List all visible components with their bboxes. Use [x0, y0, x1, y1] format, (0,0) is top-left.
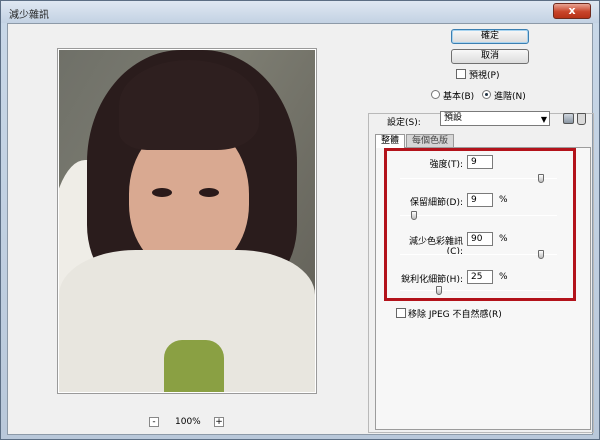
basic-radio-label: 基本(B) — [443, 92, 475, 102]
close-button[interactable]: x — [553, 3, 591, 19]
chevron-down-icon: ▼ — [540, 115, 547, 124]
remove-jpeg-artifact-label: 移除 JPEG 不自然感(R) — [408, 310, 502, 320]
tab-overall[interactable]: 整體 — [375, 134, 406, 148]
dialog-window: 減少雜訊 x - 100% + 確定 取消 預視(P) 基本(B) 進階(N) — [0, 0, 600, 440]
ok-button[interactable]: 確定 — [451, 29, 529, 44]
settings-label: 設定(S): — [387, 118, 421, 128]
zoom-in-button[interactable]: + — [214, 417, 224, 427]
preview-frame — [57, 48, 317, 394]
zoom-out-button[interactable]: - — [149, 417, 159, 427]
basic-radio[interactable] — [431, 90, 440, 99]
dialog-body: - 100% + 確定 取消 預視(P) 基本(B) 進階(N) 設定(S): … — [7, 23, 594, 435]
tab-per-channel[interactable]: 每個色版 — [406, 134, 455, 148]
save-preset-icon[interactable] — [563, 113, 574, 124]
preview-image[interactable] — [59, 50, 315, 392]
preview-checkbox[interactable] — [456, 69, 466, 79]
cancel-button[interactable]: 取消 — [451, 49, 529, 64]
remove-jpeg-artifact-checkbox[interactable] — [396, 308, 406, 318]
settings-dropdown[interactable]: 預設 ▼ — [440, 111, 550, 126]
preview-checkbox-label: 預視(P) — [469, 71, 500, 81]
settings-dropdown-value: 預設 — [444, 113, 463, 123]
advanced-radio[interactable] — [482, 90, 491, 99]
trash-icon[interactable] — [577, 113, 586, 125]
zoom-level: 100% — [175, 417, 201, 427]
highlight-box — [384, 148, 576, 301]
title-bar[interactable]: 減少雜訊 x — [1, 1, 599, 23]
advanced-radio-label: 進階(N) — [494, 92, 526, 102]
window-title: 減少雜訊 — [9, 10, 49, 21]
